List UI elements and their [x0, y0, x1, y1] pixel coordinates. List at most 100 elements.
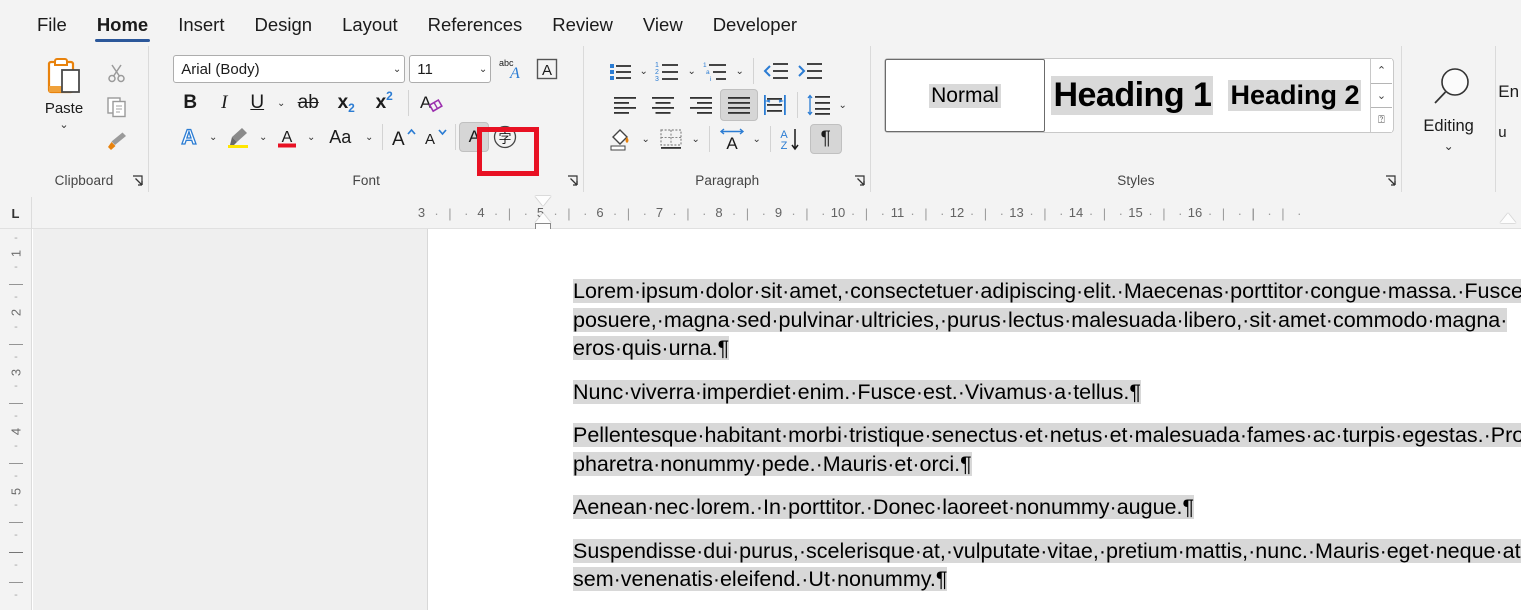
- justify-button[interactable]: [719, 89, 758, 121]
- phonetic-guide-button[interactable]: 字: [489, 122, 521, 152]
- superscript-button[interactable]: x2: [365, 88, 403, 118]
- borders-chevron-icon[interactable]: ⌄: [688, 124, 704, 154]
- ribbon-group-clipped[interactable]: En u: [1495, 46, 1521, 192]
- align-left-button[interactable]: [606, 89, 644, 121]
- bold-button[interactable]: B: [173, 88, 207, 118]
- sort-button[interactable]: A Z: [776, 124, 810, 154]
- vertical-ruler[interactable]: —-1-—-2-—-3-—-4-—-5-—-—-—-—: [0, 229, 32, 610]
- tab-references[interactable]: References: [413, 3, 538, 47]
- tab-design[interactable]: Design: [240, 3, 328, 47]
- text-highlight-button[interactable]: [221, 122, 255, 152]
- tab-developer[interactable]: Developer: [698, 3, 812, 47]
- highlight-chevron-icon[interactable]: ⌄: [255, 122, 271, 152]
- shrink-font-button[interactable]: A: [420, 122, 452, 152]
- multilevel-chevron-icon[interactable]: ⌄: [732, 56, 748, 86]
- font-name-value: Arial (Body): [181, 60, 260, 78]
- subscript-button[interactable]: x2: [327, 88, 365, 118]
- styles-dialog-launcher[interactable]: [1384, 174, 1397, 187]
- style-item-normal[interactable]: Normal: [884, 59, 1045, 132]
- character-shading-icon: A: [535, 57, 559, 81]
- styles-gallery-scrollbar[interactable]: ⌃ ⌄ ⍰: [1369, 59, 1392, 133]
- font-dialog-launcher[interactable]: [566, 174, 579, 187]
- paste-chevron-icon[interactable]: ⌄: [59, 118, 68, 131]
- decrease-indent-button[interactable]: [759, 56, 793, 86]
- align-center-button[interactable]: [644, 89, 682, 121]
- copy-button[interactable]: [102, 92, 132, 122]
- paste-button[interactable]: Paste ⌄: [33, 54, 95, 131]
- asian-layout-button[interactable]: A: [715, 124, 749, 154]
- shrink-font-icon: A: [422, 125, 450, 149]
- shading-button[interactable]: [606, 124, 638, 154]
- change-case-button[interactable]: Aa: [319, 122, 361, 152]
- bullets-chevron-icon[interactable]: ⌄: [636, 56, 652, 86]
- style-item-heading1[interactable]: Heading 1: [1044, 59, 1220, 132]
- grow-font-button[interactable]: A: [388, 122, 420, 152]
- character-border-button[interactable]: A: [459, 122, 490, 152]
- font-size-input[interactable]: 11 ⌄: [409, 55, 492, 83]
- font-color-chevron-icon[interactable]: ⌄: [303, 122, 319, 152]
- format-painter-button[interactable]: [102, 126, 132, 156]
- tab-layout[interactable]: Layout: [327, 3, 413, 47]
- align-right-button[interactable]: [682, 89, 720, 121]
- document-paragraph[interactable]: Lorem·ipsum·dolor·sit·amet,·consectetuer…: [573, 277, 1521, 363]
- svg-text:A: A: [425, 131, 435, 148]
- cut-button[interactable]: [102, 58, 132, 88]
- styles-scroll-up-button[interactable]: ⌃: [1370, 59, 1392, 84]
- document-paragraph[interactable]: Suspendisse·dui·purus,·scelerisque·at,·v…: [573, 537, 1521, 594]
- tab-insert[interactable]: Insert: [163, 3, 239, 47]
- paragraph-separator-3: [708, 126, 710, 152]
- styles-gallery[interactable]: Normal Heading 1 Heading 2 ⌃ ⌄ ⍰: [883, 58, 1394, 133]
- strikethrough-button[interactable]: ab: [289, 88, 327, 118]
- style-item-heading2[interactable]: Heading 2: [1219, 59, 1370, 132]
- line-spacing-chevron-icon[interactable]: ⌄: [835, 90, 851, 120]
- bullets-button[interactable]: [606, 56, 636, 86]
- text-effects-button[interactable]: A: [173, 122, 205, 152]
- right-indent-marker[interactable]: [1500, 213, 1516, 223]
- text-effects-chevron-icon[interactable]: ⌄: [205, 122, 221, 152]
- first-line-indent-marker[interactable]: [535, 196, 551, 206]
- line-spacing-button[interactable]: [803, 90, 835, 120]
- ribbon-group-editing[interactable]: Editing ⌄: [1400, 46, 1495, 192]
- document-text-body[interactable]: Lorem·ipsum·dolor·sit·amet,·consectetuer…: [573, 277, 1521, 609]
- multilevel-list-button[interactable]: 1 a i: [700, 56, 732, 86]
- tab-stop-selector[interactable]: L: [0, 197, 32, 229]
- ruler-number: 14: [1068, 205, 1084, 220]
- document-paragraph[interactable]: Aenean·nec·lorem.·In·porttitor.·Donec·la…: [573, 493, 1521, 522]
- styles-more-button[interactable]: ⍰: [1370, 108, 1392, 133]
- numbering-chevron-icon[interactable]: ⌄: [684, 56, 700, 86]
- document-page[interactable]: Lorem·ipsum·dolor·sit·amet,·consectetuer…: [429, 229, 1521, 610]
- change-case-chevron-icon[interactable]: ⌄: [361, 122, 377, 152]
- increase-indent-button[interactable]: [793, 56, 827, 86]
- shading-chevron-icon[interactable]: ⌄: [638, 124, 654, 154]
- tab-review[interactable]: Review: [537, 3, 628, 47]
- spelling-button[interactable]: abc A: [495, 54, 529, 84]
- styles-scroll-down-button[interactable]: ⌄: [1370, 83, 1392, 109]
- tab-view[interactable]: View: [628, 3, 698, 47]
- numbering-button[interactable]: 1 2 3: [652, 56, 684, 86]
- distributed-button[interactable]: [758, 89, 792, 121]
- underline-button[interactable]: U: [241, 88, 273, 118]
- character-shading-button[interactable]: A: [533, 55, 561, 83]
- borders-button[interactable]: [654, 124, 688, 154]
- clipboard-dialog-launcher[interactable]: [131, 174, 144, 187]
- svg-text:字: 字: [499, 131, 512, 146]
- chevron-down-icon[interactable]: ⌄: [475, 64, 487, 75]
- ruler-half-tick: |: [864, 206, 869, 221]
- font-name-input[interactable]: Arial (Body) ⌄: [173, 55, 406, 83]
- show-formatting-marks-button[interactable]: ¶: [809, 124, 842, 154]
- chevron-down-icon[interactable]: ⌄: [389, 64, 401, 75]
- document-paragraph[interactable]: Nunc·viverra·imperdiet·enim.·Fusce·est.·…: [573, 378, 1521, 407]
- clear-formatting-button[interactable]: A: [414, 88, 448, 118]
- asian-layout-chevron-icon[interactable]: ⌄: [749, 124, 765, 154]
- editing-chevron-icon[interactable]: ⌄: [1444, 139, 1454, 153]
- hanging-indent-marker[interactable]: [535, 213, 551, 223]
- horizontal-ruler[interactable]: L 3 · | · 4 · | · 5 · | · 6 · | · 7 · | · 8 · | · 9 · | · 10 · | · 11 · | ·…: [0, 196, 1521, 231]
- tab-home[interactable]: Home: [82, 3, 163, 47]
- tab-file[interactable]: File: [22, 3, 82, 47]
- underline-chevron-icon[interactable]: ⌄: [273, 88, 289, 118]
- font-color-button[interactable]: A: [271, 122, 303, 152]
- document-paragraph[interactable]: Pellentesque·habitant·morbi·tristique·se…: [573, 421, 1521, 478]
- italic-button[interactable]: I: [207, 88, 241, 118]
- ruler-track[interactable]: 3 · | · 4 · | · 5 · | · 6 · | · 7 · | · 8 · | · 9 · | · 10 · | · 11 · | · 12…: [418, 196, 1516, 231]
- paragraph-dialog-launcher[interactable]: [853, 174, 866, 187]
